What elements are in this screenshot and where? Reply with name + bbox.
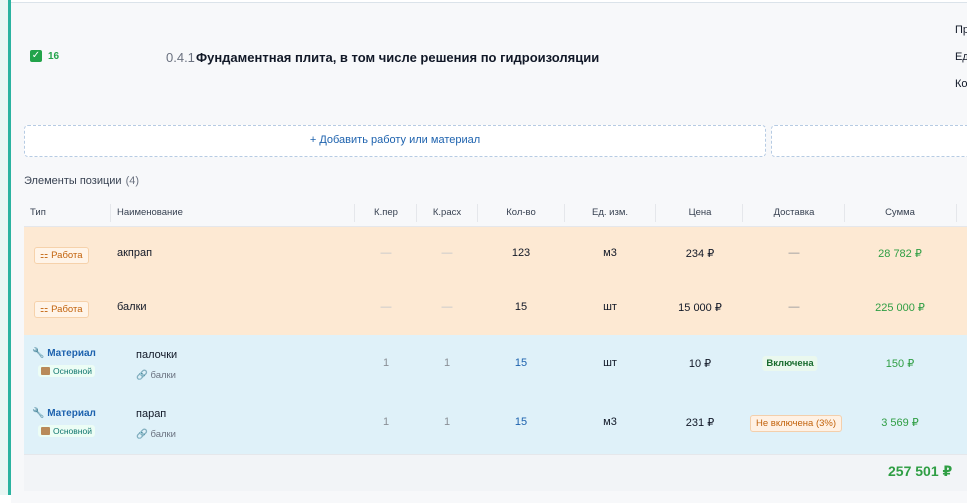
col-unit: Ед. изм. — [592, 207, 628, 218]
elements-title: Элементы позиции — [24, 175, 122, 187]
delivery-badge: Включена — [762, 356, 818, 371]
row-price: 10 ₽ — [688, 358, 712, 370]
column-separator — [110, 204, 111, 222]
box-icon — [41, 367, 50, 375]
row-name: парап — [136, 408, 167, 420]
plus-icon: + — [309, 134, 320, 146]
subtype-badge: Основной — [38, 365, 95, 377]
column-separator — [477, 204, 478, 222]
col-k-per: К.пер — [374, 207, 398, 218]
table-row[interactable]: 🔧 Материал Основной палочки 🔗 балки 1 1 … — [24, 335, 967, 394]
badge-count: 16 — [48, 50, 60, 62]
parent-link[interactable]: 🔗 балки — [136, 429, 176, 440]
table-header: Тип Наименование К.пер К.расх Кол-во Ед.… — [24, 200, 967, 227]
parent-link[interactable]: 🔗 балки — [136, 370, 176, 381]
work-icon: ⚏ — [40, 304, 52, 315]
row-k-rash: 1 — [443, 357, 451, 369]
row-k-rash: — — [441, 301, 453, 313]
column-separator — [416, 204, 417, 222]
row-delivery: — — [788, 301, 800, 313]
row-k-rash: — — [441, 247, 453, 259]
col-qty: Кол-во — [506, 207, 536, 218]
row-price: 15 000 ₽ — [678, 302, 722, 314]
position-code: 0.4.1 — [166, 50, 195, 65]
section-title: Элементы позиции (4) — [24, 175, 139, 187]
total-row — [24, 454, 967, 491]
table-row[interactable]: ⚏ Работа балки — — 15 шт 15 000 ₽ — 225 … — [24, 281, 967, 335]
secondary-add-box[interactable] — [771, 125, 967, 157]
row-qty: 15 — [514, 416, 528, 428]
column-separator — [564, 204, 565, 222]
col-k-rash: К.расх — [432, 207, 462, 218]
col-sum: Сумма — [885, 207, 915, 218]
row-qty: 123 — [511, 247, 531, 259]
right-label: Ед — [955, 51, 967, 63]
col-name: Наименование — [117, 207, 183, 218]
checkbox-icon: ✓ — [30, 50, 42, 62]
row-qty: 15 — [514, 301, 528, 313]
col-delivery: Доставка — [773, 207, 815, 218]
col-price: Цена — [688, 207, 712, 218]
type-badge-work: ⚏ Работа — [34, 301, 89, 318]
column-separator — [844, 204, 845, 222]
row-unit: шт — [603, 301, 617, 313]
table-row[interactable]: ⚏ Работа акпрап — — 123 м3 234 ₽ — 28 78… — [24, 227, 967, 281]
right-label: Ко — [955, 78, 967, 90]
row-k-per: 1 — [382, 416, 390, 428]
total-sum: 257 501 ₽ — [888, 463, 953, 479]
add-item-button[interactable]: + Добавить работу или материал — [24, 125, 766, 157]
row-k-per: — — [380, 247, 392, 259]
subtype-badge: Основной — [38, 425, 95, 437]
column-separator — [956, 204, 957, 222]
right-label: Пр — [955, 24, 967, 36]
delivery-badge: Не включена (3%) — [749, 415, 843, 432]
col-type: Тип — [30, 207, 46, 218]
row-sum: 28 782 ₽ — [878, 248, 922, 260]
row-name: палочки — [136, 349, 178, 361]
link-icon: 🔗 — [136, 429, 151, 440]
row-name: акпрап — [117, 247, 153, 259]
row-unit: м3 — [603, 416, 617, 428]
row-price: 234 ₽ — [685, 248, 715, 260]
row-qty: 15 — [514, 357, 528, 369]
row-price: 231 ₽ — [685, 417, 715, 429]
type-badge-work: ⚏ Работа — [34, 247, 89, 264]
row-unit: м3 — [603, 247, 617, 259]
row-k-per: 1 — [382, 357, 390, 369]
row-name: балки — [117, 301, 147, 313]
position-title: Фундаментная плита, в том числе решения … — [196, 50, 600, 65]
column-separator — [655, 204, 656, 222]
box-icon — [41, 427, 50, 435]
type-badge-material: 🔧 Материал — [32, 408, 96, 419]
work-icon: ⚏ — [40, 250, 52, 261]
table-row[interactable]: 🔧 Материал Основной парап 🔗 балки 1 1 15… — [24, 394, 967, 454]
column-separator — [742, 204, 743, 222]
column-separator — [354, 204, 355, 222]
row-delivery: — — [788, 247, 800, 259]
elements-count: (4) — [125, 175, 140, 187]
done-badge[interactable]: ✓ 16 — [30, 50, 59, 62]
wrench-icon: 🔧 — [32, 408, 48, 419]
row-unit: шт — [603, 357, 617, 369]
type-badge-material: 🔧 Материал — [32, 348, 96, 359]
row-k-per: — — [380, 301, 392, 313]
add-item-label: Добавить работу или материал — [319, 134, 481, 146]
link-icon: 🔗 — [136, 370, 151, 381]
row-sum: 3 569 ₽ — [881, 417, 919, 429]
row-sum: 225 000 ₽ — [875, 302, 925, 314]
row-sum: 150 ₽ — [885, 358, 915, 370]
row-k-rash: 1 — [443, 416, 451, 428]
wrench-icon: 🔧 — [32, 348, 48, 359]
